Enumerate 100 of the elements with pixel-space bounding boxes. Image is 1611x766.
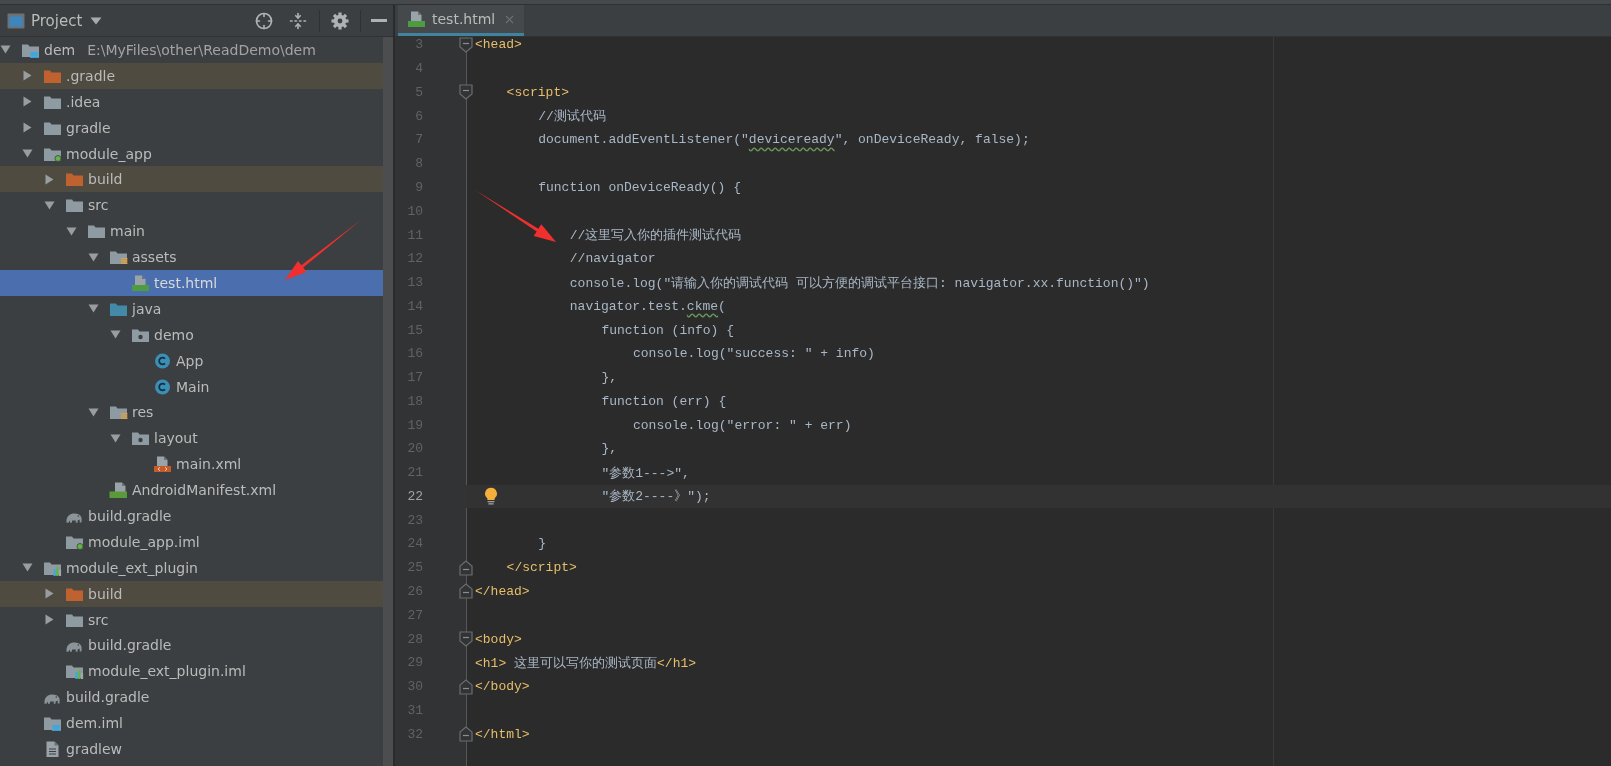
editor-tab[interactable]: test.html — [398, 5, 525, 36]
xml-file-icon — [153, 456, 172, 473]
code-line: console.log("请输入你的调试代码 可以方便的调试平台接口: navigator.xx.function()") — [569, 274, 1150, 292]
expand-arrow-icon[interactable] — [22, 96, 33, 108]
lightbulb-icon[interactable] — [484, 487, 498, 506]
tree-item[interactable]: build.gradle — [0, 632, 383, 659]
class-icon — [153, 378, 172, 395]
module-folder-icon — [43, 715, 62, 732]
expand-arrow-icon[interactable] — [88, 406, 99, 418]
code-line: </script> — [506, 560, 577, 576]
code-line: document.addEventListener("deviceready", onDeviceReady, false); — [538, 132, 1030, 148]
expand-arrow-icon[interactable] — [88, 251, 99, 263]
tree-item[interactable]: build — [0, 580, 383, 607]
tree-item[interactable]: layout — [0, 425, 383, 452]
html-file-icon — [131, 274, 150, 291]
fold-marker-icon[interactable] — [459, 84, 473, 101]
code-line: </head> — [475, 584, 530, 599]
expand-arrow-icon[interactable] — [88, 303, 99, 315]
tree-item[interactable]: module_ext_plugin — [0, 554, 383, 581]
folder-icon — [65, 171, 84, 188]
expand-arrow-icon[interactable] — [110, 432, 121, 444]
manifest-file-icon — [109, 482, 128, 499]
code-line: }, — [601, 441, 617, 457]
code-line: }, — [601, 370, 617, 386]
tree-item[interactable]: build.gradle — [0, 684, 383, 711]
expand-arrow-icon[interactable] — [44, 588, 55, 600]
tree-item[interactable]: src — [0, 606, 383, 633]
path-label: E:\MyFiles\other\ReadDemo\dem — [87, 41, 316, 58]
fold-marker-icon[interactable] — [459, 583, 473, 600]
line-number: 22 — [406, 488, 423, 504]
panel-icon — [7, 12, 25, 29]
code-line: "参数2----》"); — [601, 488, 711, 506]
code-line: //测试代码 — [538, 108, 606, 126]
caret-icon — [90, 16, 103, 25]
code-line: <body> — [475, 631, 522, 647]
tree-item[interactable]: module_ext_plugin.iml — [0, 658, 383, 685]
expand-arrow-icon[interactable] — [44, 173, 55, 185]
tree-item[interactable]: dem E:\MyFiles\other\ReadDemo\dem — [0, 37, 383, 63]
code-line: //navigator — [569, 251, 656, 267]
minimize-icon — [371, 19, 387, 22]
tree-item[interactable]: dem.iml — [0, 710, 383, 737]
code-line: navigator.test.ckme( — [569, 298, 726, 314]
tree-item[interactable]: module_app.iml — [0, 528, 383, 555]
resource-folder-icon — [109, 249, 128, 266]
expand-arrow-icon[interactable] — [22, 562, 33, 574]
fold-marker-icon[interactable] — [459, 37, 473, 53]
tree-item[interactable]: test.html — [0, 270, 383, 296]
expand-arrow-icon[interactable] — [66, 225, 77, 237]
tree-item[interactable]: build — [0, 166, 383, 193]
fold-marker-icon[interactable] — [459, 631, 473, 647]
tree-item[interactable]: demo — [0, 321, 383, 348]
code-line: //这里写入你的插件测试代码 — [569, 227, 742, 244]
tree-item[interactable]: src — [0, 192, 383, 219]
code-line: function (err) { — [601, 393, 727, 409]
folder-icon — [87, 223, 106, 240]
package-folder-icon — [131, 430, 150, 447]
crosshair-icon — [255, 11, 273, 30]
code-line: </html> — [475, 726, 530, 742]
code-line: </body> — [475, 679, 530, 695]
scrollbar[interactable] — [383, 37, 393, 766]
tree-item[interactable]: java — [0, 295, 383, 322]
tree-item[interactable]: .idea — [0, 88, 383, 115]
tree-item[interactable]: .gradle — [0, 62, 383, 89]
tree-item[interactable]: main — [0, 218, 383, 245]
expand-arrow-icon[interactable] — [0, 44, 11, 56]
code-line: <head> — [475, 37, 522, 53]
fold-marker-icon[interactable] — [459, 678, 473, 695]
resource-folder-icon — [109, 404, 128, 421]
expand-arrow-icon[interactable] — [22, 148, 33, 159]
html-file-icon — [407, 11, 426, 27]
expand-arrow-icon[interactable] — [110, 329, 121, 341]
fold-marker-icon[interactable] — [459, 559, 473, 576]
tree-item[interactable]: res — [0, 399, 383, 426]
module-folder-icon — [65, 663, 84, 680]
tree-item[interactable]: build.gradle — [0, 503, 383, 529]
class-icon — [153, 352, 172, 369]
code-line: <script> — [506, 84, 569, 100]
tree-item[interactable]: assets — [0, 244, 383, 270]
tree-item[interactable]: Main — [0, 373, 383, 400]
tree-item[interactable]: gradle — [0, 114, 383, 141]
tree-item[interactable]: App — [0, 347, 383, 374]
tree-item[interactable]: module_app — [0, 140, 383, 167]
code-line: } — [538, 536, 546, 552]
expand-arrow-icon[interactable] — [44, 614, 55, 626]
tree-item[interactable]: gradlew — [0, 736, 383, 762]
expand-arrow-icon[interactable] — [22, 122, 33, 134]
folder-icon — [65, 197, 84, 214]
code-line: console.log("error: " + err) — [633, 417, 852, 433]
view-dropdown[interactable]: Project — [31, 7, 107, 34]
code-line: console.log("success: " + info) — [633, 346, 875, 362]
expand-arrow-icon[interactable] — [22, 70, 33, 82]
code-line: <h1> 这里可以写你的测试页面</h1> — [475, 654, 697, 672]
code-line: function (info) { — [601, 322, 734, 338]
code-line: "参数1--->", — [601, 464, 690, 482]
tree-item[interactable]: main.xml — [0, 451, 383, 478]
code-line: function onDeviceReady() { — [538, 179, 742, 195]
collapse-icon — [289, 11, 307, 30]
expand-arrow-icon[interactable] — [44, 199, 55, 211]
fold-marker-icon[interactable] — [459, 726, 473, 743]
tree-item[interactable]: AndroidManifest.xml — [0, 477, 383, 504]
